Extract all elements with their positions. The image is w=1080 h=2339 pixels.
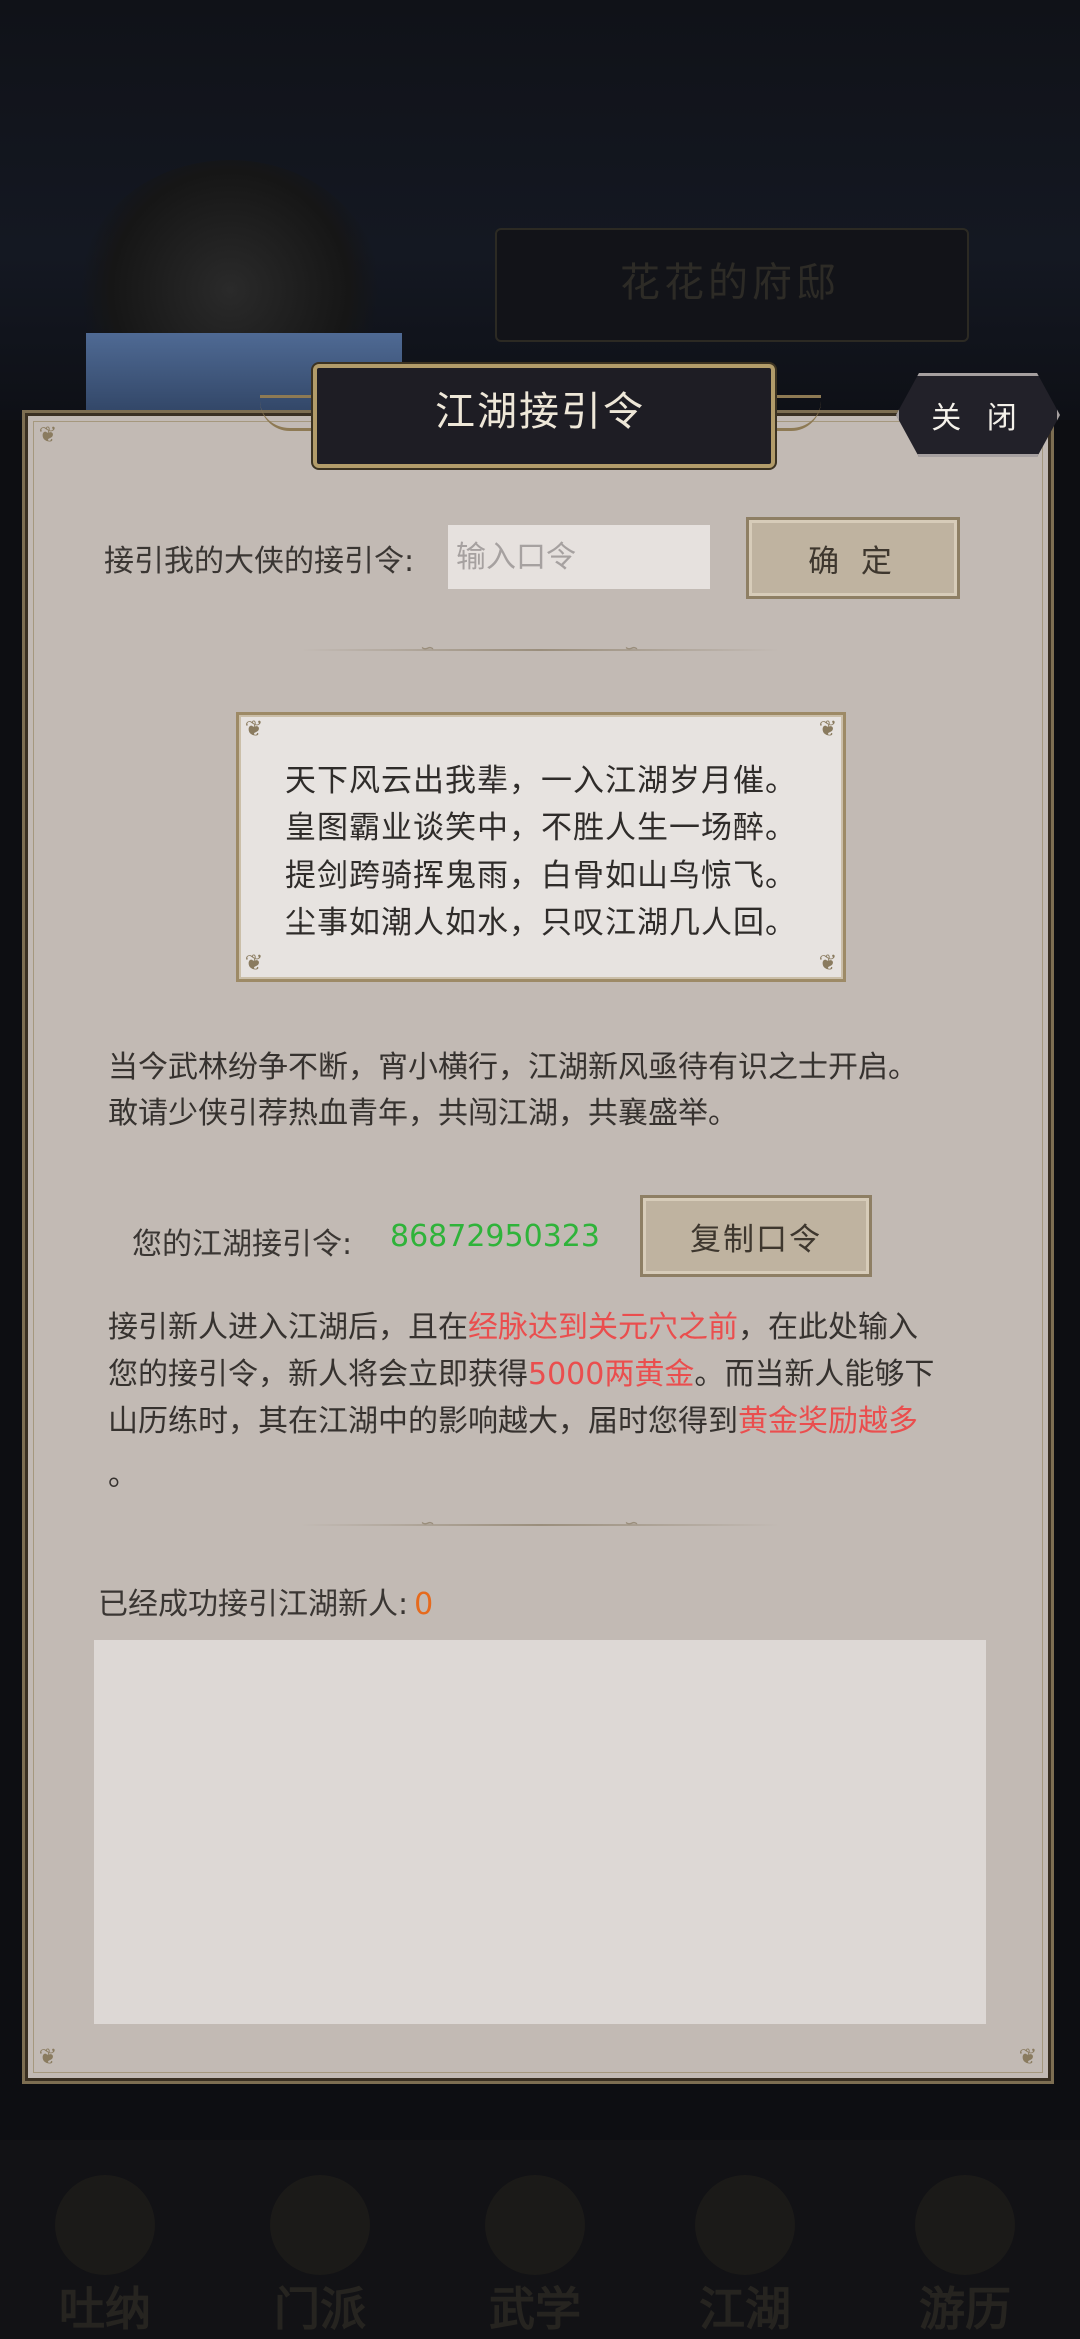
rules-line: 。 <box>108 1453 138 1499</box>
nav-label: 门派 <box>274 2282 366 2336</box>
intro-line: 敢请少侠引荐热血青年，共闯江湖，共襄盛举。 <box>108 1096 738 1131</box>
poem-line: 皇图霸业谈笑中，不胜人生一场醉。 <box>285 810 797 846</box>
copy-code-button[interactable]: 复制口令 <box>640 1195 872 1277</box>
divider-ornament-icon: ∽ <box>624 1513 640 1534</box>
referrer-code-input[interactable] <box>448 525 710 589</box>
rules-line: 山历练时，其在江湖中的影响越大，届时您得到黄金奖励越多 <box>108 1399 918 1445</box>
nav-item-tuna: 吐纳 <box>30 2165 180 2339</box>
corner-ornament-icon: ❦ <box>38 2045 58 2070</box>
my-code-label: 您的江湖接引令: <box>132 1227 353 1262</box>
copy-code-button-label: 复制口令 <box>690 1221 822 1258</box>
nav-label: 吐纳 <box>59 2282 151 2336</box>
corner-ornament-icon: ❦ <box>244 717 264 742</box>
divider <box>300 649 780 651</box>
menpai-icon <box>270 2175 370 2275</box>
youli-icon <box>915 2175 1015 2275</box>
my-code-value: 86872950323 <box>390 1219 600 1254</box>
rules-text: 。而当新人能够下 <box>694 1357 935 1392</box>
divider-ornament-icon: ∽ <box>624 638 640 659</box>
referrer-code-label: 接引我的大侠的接引令: <box>104 544 415 579</box>
close-button-label: 关 闭 <box>931 401 1025 436</box>
poem-line: 提剑跨骑挥鬼雨，白骨如山鸟惊飞。 <box>285 858 797 894</box>
dialog-title: 江湖接引令 <box>435 389 645 435</box>
rules-text: 接引新人进入江湖后，且在 <box>108 1310 468 1345</box>
rules-text: 山历练时，其在江湖中的影响越大，届时您得到 <box>108 1404 738 1439</box>
nav-item-menpai: 门派 <box>245 2165 395 2339</box>
confirm-button-label: 确 定 <box>808 543 898 580</box>
success-count-row: 已经成功接引江湖新人: 0 <box>98 1579 433 1623</box>
referred-players-list[interactable] <box>94 1640 986 2024</box>
rules-text: ，在此处输入 <box>738 1310 918 1345</box>
corner-ornament-icon: ❦ <box>38 423 58 448</box>
background-mansion-title: 花花的府邸 <box>620 260 840 306</box>
success-count-label: 已经成功接引江湖新人: <box>98 1587 409 1622</box>
corner-ornament-icon: ❦ <box>818 717 838 742</box>
nav-item-youli: 游历 <box>890 2165 1040 2339</box>
rules-highlight: 黄金奖励越多 <box>738 1404 918 1439</box>
poem-line: 天下风云出我辈，一入江湖岁月催。 <box>285 763 797 799</box>
divider <box>300 1524 780 1526</box>
rules-highlight: 经脉达到关元穴之前 <box>468 1310 738 1345</box>
success-count-value: 0 <box>414 1587 434 1622</box>
nav-item-wuxue: 武学 <box>460 2165 610 2339</box>
close-button[interactable]: 关 闭 <box>896 373 1060 457</box>
nav-item-jianghu: 江湖 <box>670 2165 820 2339</box>
divider-ornament-icon: ∽ <box>420 1513 436 1534</box>
poem-line: 尘事如潮人如水，只叹江湖几人回。 <box>285 905 797 941</box>
nav-label: 江湖 <box>699 2282 791 2336</box>
wuxue-icon <box>485 2175 585 2275</box>
rules-highlight: 5000两黄金 <box>528 1357 695 1392</box>
divider-ornament-icon: ∽ <box>420 638 436 659</box>
tuna-icon <box>55 2175 155 2275</box>
rules-text: 您的接引令，新人将会立即获得 <box>108 1357 528 1392</box>
corner-ornament-icon: ❦ <box>818 951 838 976</box>
jianghu-icon <box>695 2175 795 2275</box>
rules-line: 您的接引令，新人将会立即获得5000两黄金。而当新人能够下 <box>108 1352 934 1398</box>
intro-line: 当今武林纷争不断，宵小横行，江湖新风亟待有识之士开启。 <box>108 1050 918 1085</box>
confirm-button[interactable]: 确 定 <box>746 517 960 599</box>
corner-ornament-icon: ❦ <box>244 951 264 976</box>
corner-ornament-icon: ❦ <box>1018 2045 1038 2070</box>
nav-label: 武学 <box>489 2282 581 2336</box>
nav-label: 游历 <box>919 2282 1011 2336</box>
rules-line: 接引新人进入江湖后，且在经脉达到关元穴之前，在此处输入 <box>108 1305 918 1351</box>
rules-text: 。 <box>108 1458 138 1493</box>
